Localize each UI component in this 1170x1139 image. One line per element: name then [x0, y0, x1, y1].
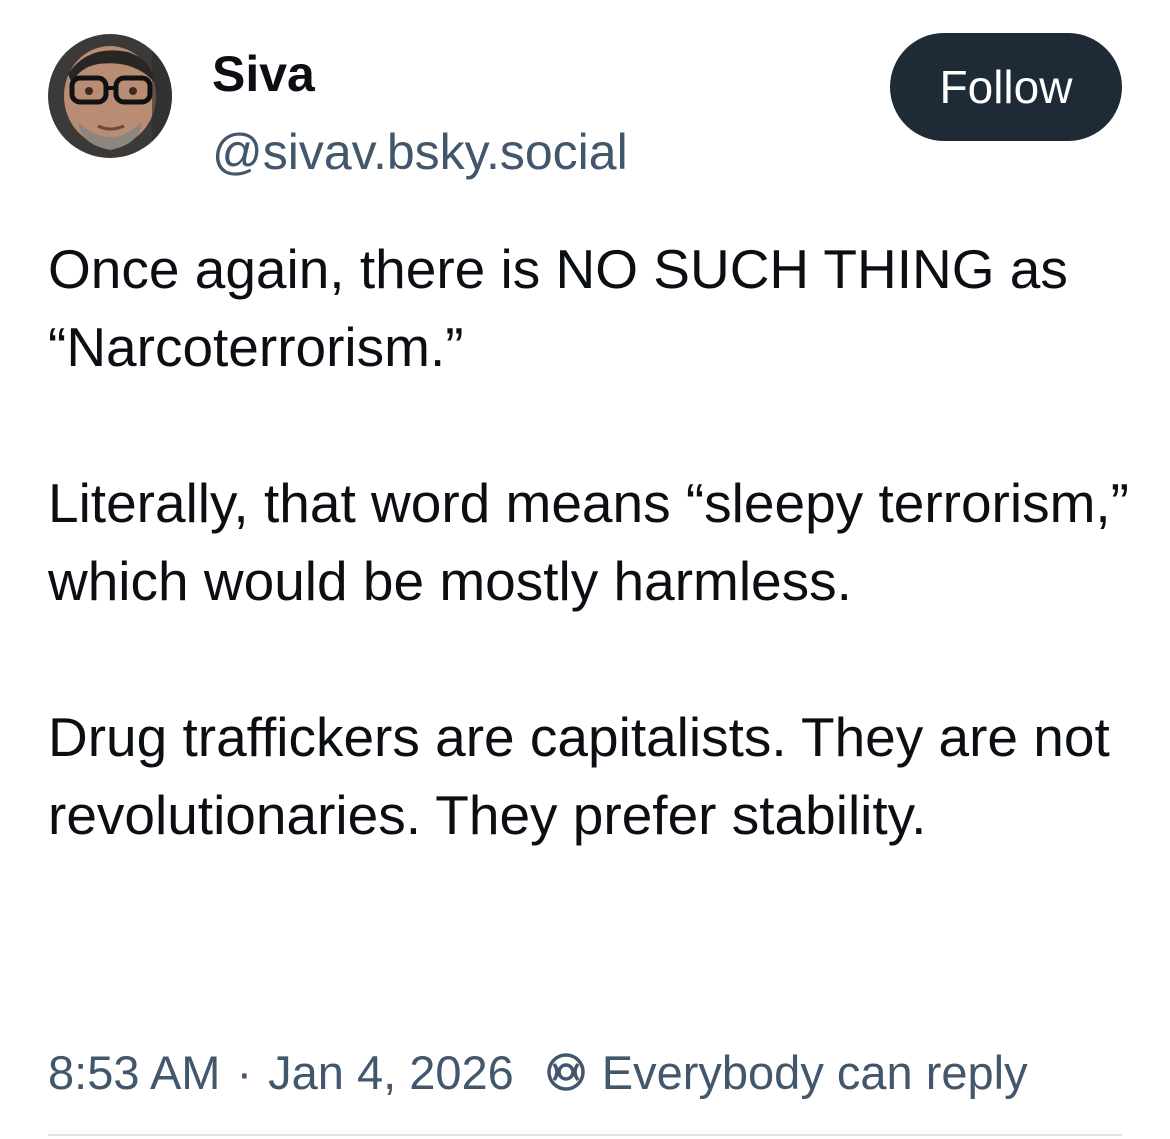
- follow-button[interactable]: Follow: [890, 33, 1122, 141]
- avatar-image: [48, 34, 172, 158]
- reply-setting: Everybody can reply: [544, 1045, 1028, 1100]
- divider: [48, 1134, 1122, 1136]
- post-date: Jan 4, 2026: [268, 1045, 514, 1099]
- reply-setting-label: Everybody can reply: [601, 1045, 1028, 1099]
- post-time: 8:53 AM: [48, 1045, 221, 1099]
- post-paragraph: Literally, that word means “sleepy terro…: [48, 472, 1129, 612]
- author-display-name[interactable]: Siva: [212, 44, 315, 104]
- reply-restriction-icon: [544, 1050, 588, 1094]
- post-body: Once again, there is NO SUCH THING as “N…: [48, 230, 1138, 854]
- post-header: Siva @sivav.bsky.social Follow: [48, 30, 1122, 180]
- post-paragraph: Once again, there is NO SUCH THING as “N…: [48, 238, 1068, 378]
- author-handle[interactable]: @sivav.bsky.social: [212, 122, 628, 182]
- author-avatar[interactable]: [48, 34, 172, 158]
- meta-separator: ·: [236, 1045, 253, 1099]
- post-meta: 8:53 AM · Jan 4, 2026 Everybody can repl…: [48, 1040, 1028, 1104]
- post-paragraph: Drug traffickers are capitalists. They a…: [48, 706, 1110, 846]
